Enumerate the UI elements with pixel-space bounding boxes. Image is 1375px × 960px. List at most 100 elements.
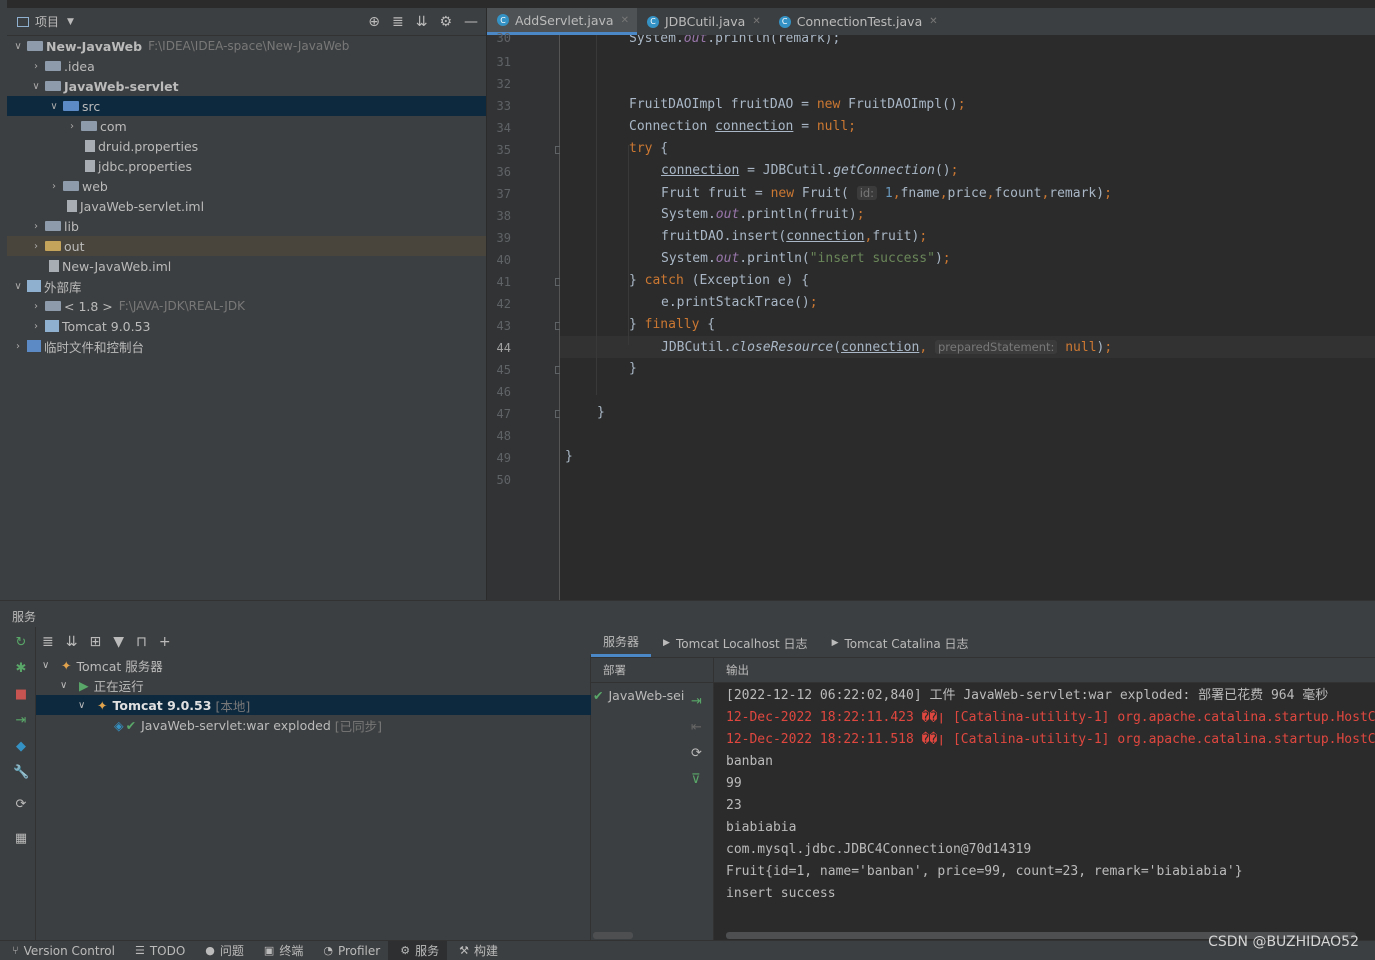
code-line-current: JDBCutil.closeResource(connection, prepa…	[661, 340, 1113, 355]
close-icon[interactable]: ✕	[621, 15, 629, 26]
expand-all-icon[interactable]: ≣	[392, 14, 404, 30]
deploy-icon[interactable]: ⇥	[691, 694, 702, 709]
tree-item-idea[interactable]: › .idea	[7, 56, 508, 76]
line-number: 39	[496, 231, 511, 245]
line-number: 38	[496, 209, 511, 223]
console-line: [2022-12-12 06:22:02,840] 工件 JavaWeb-ser…	[726, 688, 1329, 703]
folder-icon	[45, 221, 61, 231]
add-icon[interactable]: +	[159, 634, 171, 650]
deployment-item[interactable]: ✔ JavaWeb-sei	[593, 688, 684, 703]
dropdown-icon[interactable]: ▼	[67, 17, 74, 27]
refresh-icon[interactable]: ⟳	[13, 797, 29, 813]
hide-icon[interactable]: —	[464, 14, 478, 30]
close-icon[interactable]: ✕	[752, 16, 760, 27]
scratches-icon	[27, 340, 41, 352]
toolwindow-todo[interactable]: ☰ TODO	[123, 941, 193, 960]
tree-item-druid-properties[interactable]: druid.properties	[7, 136, 562, 156]
svc-tree-tomcat-instance[interactable]: ∨ ✦ Tomcat 9.0.53 [本地]	[36, 695, 632, 715]
tree-item-jdk[interactable]: › < 1.8 > F:\JAVA-JDK\REAL-JDK	[7, 296, 508, 316]
properties-file-icon	[85, 160, 95, 172]
chevron-down-icon[interactable]: ∨	[42, 660, 56, 671]
filter-icon[interactable]: ▼	[113, 634, 124, 650]
line-number: 43	[496, 319, 511, 333]
tab-server[interactable]: 服务器	[591, 629, 652, 657]
toolwindow-version-control[interactable]: ⑂ Version Control	[0, 941, 123, 960]
line-number: 47	[496, 407, 511, 421]
tree-item-javaweb-servlet[interactable]: ∨ JavaWeb-servlet	[7, 76, 508, 96]
tree-item-com[interactable]: › com	[7, 116, 544, 136]
project-panel-title[interactable]: 项目	[35, 13, 59, 30]
svc-tree-tomcat-servers[interactable]: ∨ ✦ Tomcat 服务器	[36, 655, 596, 675]
services-side-toolbar: ↻ ✱ ■ ⇥ ◆ 🔧 ⟳ ▦	[7, 627, 36, 941]
folder-icon	[45, 61, 61, 71]
toolwindow-services[interactable]: ⚙ 服务	[388, 941, 448, 960]
line-number: 50	[496, 473, 511, 487]
deploy-icon[interactable]: ⇥	[13, 713, 29, 729]
services-tree-toolbar: ≣ ⇊ ⊞ ▼ ⊓ +	[36, 629, 590, 655]
tab-connectiontest[interactable]: C ConnectionTest.java ✕	[769, 8, 946, 35]
refresh-icon[interactable]: ⟳	[691, 746, 702, 761]
group-icon[interactable]: ⊞	[89, 634, 101, 650]
gear-icon[interactable]: ⚙	[439, 14, 452, 30]
code-editor[interactable]: System.out.println(remark); FruitDAOImpl…	[560, 35, 1375, 600]
excluded-folder-icon	[45, 241, 61, 251]
output-header: 输出	[714, 658, 1375, 683]
console-line: biabiabia	[726, 820, 797, 835]
console-line: insert success	[726, 886, 836, 901]
expand-all-icon[interactable]: ≣	[42, 634, 54, 650]
rerun-icon[interactable]: ↻	[13, 635, 29, 651]
toolwindow-build[interactable]: ⚒ 构建	[447, 941, 506, 960]
chevron-down-icon[interactable]: ∨	[47, 101, 61, 112]
artifact-icon[interactable]: ◆	[13, 739, 29, 755]
collapse-all-icon[interactable]: ⇊	[416, 14, 428, 30]
tree-item-out[interactable]: › out	[7, 236, 486, 256]
chevron-right-icon[interactable]: ›	[29, 61, 43, 72]
chevron-down-icon[interactable]: ∨	[78, 700, 92, 711]
close-icon[interactable]: ✕	[929, 16, 937, 27]
chevron-down-icon[interactable]: ∨	[11, 41, 25, 52]
tree-item-external-libraries[interactable]: ∨ 外部库	[7, 276, 490, 296]
chevron-right-icon[interactable]: ›	[29, 321, 43, 332]
toolwindow-problems[interactable]: ● 问题	[193, 941, 252, 960]
chevron-right-icon[interactable]: ›	[29, 221, 43, 232]
tree-item-new-javaweb-iml[interactable]: New-JavaWeb.iml	[7, 256, 526, 276]
chevron-down-icon[interactable]: ∨	[11, 281, 25, 292]
chevron-right-icon[interactable]: ›	[29, 241, 43, 252]
toolwindow-profiler[interactable]: ◔ Profiler	[311, 941, 388, 960]
horizontal-scrollbar[interactable]	[593, 932, 633, 939]
tab-jdbcutil[interactable]: C JDBCutil.java ✕	[637, 8, 769, 35]
tree-item-scratches[interactable]: › 临时文件和控制台	[7, 336, 490, 356]
tree-item-web[interactable]: › web	[7, 176, 526, 196]
tree-item-javaweb-servlet-iml[interactable]: JavaWeb-servlet.iml	[7, 196, 544, 216]
debug-icon[interactable]: ✱	[13, 661, 29, 677]
chevron-right-icon[interactable]: ›	[47, 181, 61, 192]
svc-tree-running[interactable]: ∨ ▶ 正在运行	[36, 675, 614, 695]
chevron-right-icon[interactable]: ›	[29, 301, 43, 312]
collapse-all-icon[interactable]: ⇊	[66, 634, 78, 650]
chevron-right-icon[interactable]: ›	[11, 341, 25, 352]
chevron-down-icon[interactable]: ∨	[29, 81, 43, 92]
layout-icon[interactable]: ▦	[13, 831, 29, 847]
undeploy-icon[interactable]: ⇤	[691, 720, 702, 735]
chevron-right-icon[interactable]: ›	[65, 121, 79, 132]
stop-icon[interactable]: ■	[13, 687, 29, 703]
tree-item-jdbc-properties[interactable]: jdbc.properties	[7, 156, 562, 176]
toolwindow-terminal[interactable]: ▣ 终端	[252, 941, 311, 960]
code-line: connection = JDBCutil.getConnection();	[661, 163, 959, 178]
tab-catalina-log[interactable]: ▶ Tomcat Catalina 日志	[820, 629, 981, 657]
tomcat-running-icon: ✦	[97, 697, 108, 713]
locate-icon[interactable]: ⊕	[368, 14, 380, 30]
line-number: 46	[496, 385, 511, 399]
new-tab-icon[interactable]: ⊓	[136, 634, 147, 650]
output-console[interactable]: 输出 [2022-12-12 06:22:02,840] 工件 JavaWeb-…	[714, 658, 1375, 941]
svc-tree-artifact[interactable]: ◈ ✔ JavaWeb-servlet:war exploded [已同步]	[36, 715, 668, 735]
tree-item-new-javaweb[interactable]: ∨ New-JavaWeb F:\IDEA\IDEA-space\New-Jav…	[7, 36, 490, 56]
wrench-icon[interactable]: 🔧	[13, 765, 29, 781]
properties-file-icon	[85, 140, 95, 152]
chevron-down-icon[interactable]: ∨	[60, 680, 74, 691]
tree-item-tomcat-lib[interactable]: › Tomcat 9.0.53	[7, 316, 508, 336]
tree-item-src[interactable]: ∨ src	[7, 96, 486, 116]
update-icon[interactable]: ⊽	[691, 772, 701, 787]
tab-localhost-log[interactable]: ▶ Tomcat Localhost 日志	[651, 629, 820, 657]
tree-item-lib[interactable]: › lib	[7, 216, 508, 236]
